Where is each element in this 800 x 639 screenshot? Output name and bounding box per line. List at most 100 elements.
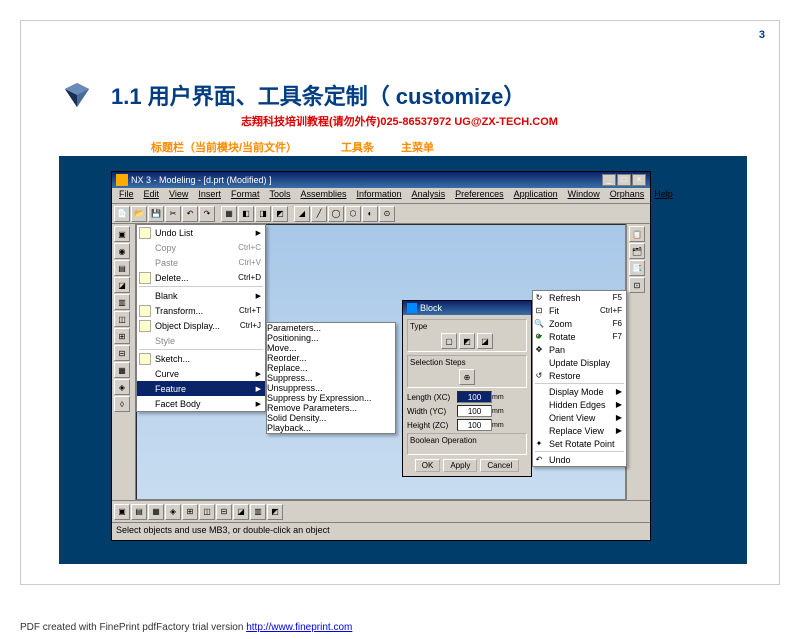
menu-edit[interactable]: Edit xyxy=(139,188,165,203)
menu-item[interactable]: Remove Parameters... xyxy=(267,403,395,413)
sel-step-icon[interactable]: ⊕ xyxy=(459,369,475,385)
tool-icon[interactable]: ▦ xyxy=(148,504,164,520)
menu-file[interactable]: File xyxy=(114,188,139,203)
menu-analysis[interactable]: Analysis xyxy=(407,188,451,203)
menu-item[interactable]: Parameters... xyxy=(267,323,395,333)
type-option-icon[interactable]: ◩ xyxy=(459,333,475,349)
menu-preferences[interactable]: Preferences xyxy=(450,188,509,203)
tool-icon[interactable]: ╱ xyxy=(311,206,327,222)
tool-icon[interactable]: ↶ xyxy=(182,206,198,222)
menu-item[interactable]: Suppress... xyxy=(267,373,395,383)
menu-item[interactable]: Reorder... xyxy=(267,353,395,363)
menu-help[interactable]: Help xyxy=(649,188,678,203)
ok-button[interactable]: OK xyxy=(415,459,441,472)
tool-icon[interactable]: ◉ xyxy=(114,243,130,259)
tool-icon[interactable]: ◪ xyxy=(114,277,130,293)
popup-item[interactable]: Hidden Edges▶ xyxy=(533,398,626,411)
tool-icon[interactable]: ⊟ xyxy=(114,345,130,361)
minimize-button[interactable]: _ xyxy=(602,174,616,186)
menu-item[interactable]: Facet Body▶ xyxy=(137,396,265,411)
menu-item[interactable]: CopyCtrl+C xyxy=(137,240,265,255)
tool-icon[interactable]: 🗂 xyxy=(629,243,645,259)
menu-item[interactable]: Suppress by Expression... xyxy=(267,393,395,403)
menu-view[interactable]: View xyxy=(164,188,193,203)
tool-icon[interactable]: ⊡ xyxy=(629,277,645,293)
popup-item[interactable]: 🔍ZoomF6 xyxy=(533,317,626,330)
menu-item[interactable]: Positioning... xyxy=(267,333,395,343)
tool-icon[interactable]: ◫ xyxy=(114,311,130,327)
tool-icon[interactable]: ▦ xyxy=(221,206,237,222)
menu-insert[interactable]: Insert xyxy=(193,188,226,203)
menu-tools[interactable]: Tools xyxy=(264,188,295,203)
tool-icon[interactable]: ⊙ xyxy=(379,206,395,222)
menu-item[interactable]: PasteCtrl+V xyxy=(137,255,265,270)
menu-item[interactable]: Transform...Ctrl+T xyxy=(137,303,265,318)
tool-icon[interactable]: ▣ xyxy=(114,504,130,520)
tool-icon[interactable]: 📄 xyxy=(114,206,130,222)
type-option-icon[interactable]: ▢ xyxy=(441,333,457,349)
edit-dropdown-menu[interactable]: Undo List▶CopyCtrl+CPasteCtrl+VDelete...… xyxy=(136,224,266,412)
tool-icon[interactable]: ◈ xyxy=(165,504,181,520)
menu-orphans[interactable]: Orphans xyxy=(605,188,650,203)
tool-icon[interactable]: ▣ xyxy=(114,226,130,242)
menu-item[interactable]: Unsuppress... xyxy=(267,383,395,393)
dimension-input[interactable] xyxy=(457,391,492,403)
tool-icon[interactable]: ◈ xyxy=(114,379,130,395)
menu-format[interactable]: Format xyxy=(226,188,265,203)
dimension-input[interactable] xyxy=(457,419,492,431)
popup-item[interactable]: Display Mode▶ xyxy=(533,385,626,398)
popup-item[interactable]: Replace View▶ xyxy=(533,424,626,437)
menu-item[interactable]: Delete...Ctrl+D xyxy=(137,270,265,285)
menu-item[interactable]: Sketch... xyxy=(137,351,265,366)
menu-application[interactable]: Application xyxy=(509,188,563,203)
tool-icon[interactable]: ▥ xyxy=(114,294,130,310)
tool-icon[interactable]: 💾 xyxy=(148,206,164,222)
tool-icon[interactable]: ◩ xyxy=(267,504,283,520)
popup-item[interactable]: ↺Restore xyxy=(533,369,626,382)
type-option-icon[interactable]: ◪ xyxy=(477,333,493,349)
tool-icon[interactable]: ⊟ xyxy=(216,504,232,520)
popup-item[interactable]: ✥Pan xyxy=(533,343,626,356)
popup-item[interactable]: Orient View▶ xyxy=(533,411,626,424)
tool-icon[interactable]: ◊ xyxy=(114,396,130,412)
tool-icon[interactable]: ▤ xyxy=(131,504,147,520)
menu-item[interactable]: Undo List▶ xyxy=(137,225,265,240)
popup-item[interactable]: ✦Set Rotate Point xyxy=(533,437,626,450)
tool-icon[interactable]: 📂 xyxy=(131,206,147,222)
popup-item[interactable]: ↻RefreshF5 xyxy=(533,291,626,304)
menu-item[interactable]: Style xyxy=(137,333,265,348)
close-button[interactable]: × xyxy=(632,174,646,186)
tool-icon[interactable]: 📑 xyxy=(629,260,645,276)
tool-icon[interactable]: ⊞ xyxy=(114,328,130,344)
menu-assemblies[interactable]: Assemblies xyxy=(295,188,351,203)
maximize-button[interactable]: □ xyxy=(617,174,631,186)
menubar[interactable]: FileEditViewInsertFormatToolsAssembliesI… xyxy=(112,188,650,204)
menu-item[interactable]: Move... xyxy=(267,343,395,353)
tool-icon[interactable]: ◩ xyxy=(272,206,288,222)
feature-submenu[interactable]: Parameters...Positioning...Move...Reorde… xyxy=(266,322,396,434)
tool-icon[interactable]: ◫ xyxy=(199,504,215,520)
popup-item[interactable]: ⊡FitCtrl+F xyxy=(533,304,626,317)
popup-item[interactable]: ↶Undo xyxy=(533,453,626,466)
tool-icon[interactable]: ▤ xyxy=(114,260,130,276)
dimension-input[interactable] xyxy=(457,405,492,417)
menu-item[interactable]: Object Display...Ctrl+J xyxy=(137,318,265,333)
tool-icon[interactable]: 📋 xyxy=(629,226,645,242)
tool-icon[interactable]: ◯ xyxy=(328,206,344,222)
popup-menu-mb3[interactable]: ↻RefreshF5⊡FitCtrl+F🔍ZoomF6⟳●RotateF7✥Pa… xyxy=(532,290,627,467)
popup-item[interactable]: ⟳●RotateF7 xyxy=(533,330,626,343)
tool-icon[interactable]: ⊞ xyxy=(182,504,198,520)
menu-item[interactable]: Blank▶ xyxy=(137,288,265,303)
tool-icon[interactable]: ◧ xyxy=(238,206,254,222)
tool-icon[interactable]: ▥ xyxy=(250,504,266,520)
menu-item[interactable]: Curve▶ xyxy=(137,366,265,381)
apply-button[interactable]: Apply xyxy=(443,459,477,472)
tool-icon[interactable]: ◐ xyxy=(362,206,378,222)
tool-icon[interactable]: ↷ xyxy=(199,206,215,222)
popup-item[interactable]: Update Display xyxy=(533,356,626,369)
menu-item[interactable]: Feature▶ xyxy=(137,381,265,396)
tool-icon[interactable]: ✂ xyxy=(165,206,181,222)
menu-item[interactable]: Solid Density... xyxy=(267,413,395,423)
tool-icon[interactable]: ◪ xyxy=(233,504,249,520)
tool-icon[interactable]: ◢ xyxy=(294,206,310,222)
